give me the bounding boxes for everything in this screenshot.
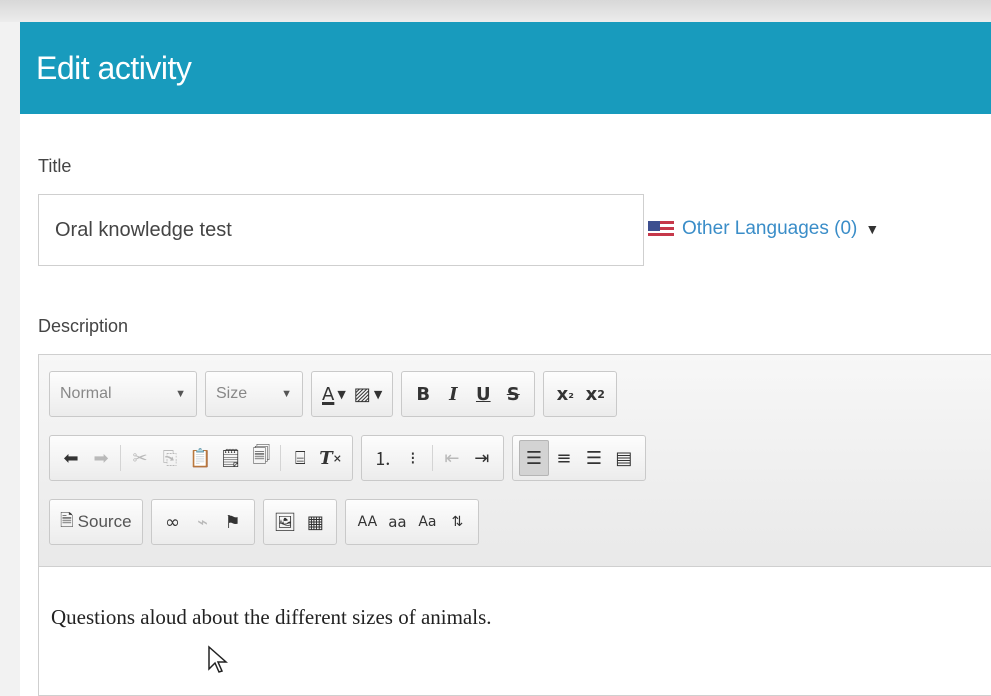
- clipboard-group: ⬅ ➡ ✂ ⎘ 📋 🗒 🗐 ⌸ T ×: [49, 435, 353, 481]
- cut-icon[interactable]: ✂: [125, 440, 155, 476]
- background-color-icon: ▨: [353, 383, 371, 405]
- bold-button[interactable]: B: [408, 376, 438, 412]
- align-right-icon[interactable]: ☰: [579, 440, 609, 476]
- basic-styles-group: B I U S: [401, 371, 536, 417]
- lowercase-button[interactable]: aa: [382, 504, 412, 540]
- mouse-pointer-icon: [208, 645, 228, 673]
- paste-text-icon[interactable]: 🗒: [215, 440, 246, 476]
- editor-content[interactable]: Questions aloud about the different size…: [51, 605, 492, 630]
- text-color-button[interactable]: A ▼: [318, 376, 350, 412]
- flag-icon: [648, 220, 674, 238]
- underline-button[interactable]: U: [468, 376, 498, 412]
- superscript-mark: 2: [597, 387, 605, 401]
- size-dropdown[interactable]: Size ▼: [205, 371, 303, 417]
- link-icon[interactable]: ∞: [158, 504, 188, 540]
- superscript-button[interactable]: x2: [580, 376, 610, 412]
- strikethrough-button[interactable]: S: [498, 376, 528, 412]
- text-color-icon: A: [322, 383, 335, 405]
- bulleted-list-icon[interactable]: ⁝: [398, 440, 428, 476]
- subscript-base: x: [556, 383, 569, 405]
- description-label: Description: [38, 316, 129, 336]
- titlecase-button[interactable]: Aa: [412, 504, 442, 540]
- source-group: 🗎 Source: [49, 499, 143, 545]
- remove-format-icon[interactable]: T ×: [315, 440, 346, 476]
- script-group: x₂ x2: [543, 371, 618, 417]
- image-icon[interactable]: 🖼: [270, 504, 301, 540]
- copy-icon[interactable]: ⎘: [155, 440, 185, 476]
- other-languages-label: Other Languages (0): [682, 218, 858, 239]
- source-icon: 🗎: [60, 510, 74, 531]
- numbered-list-icon[interactable]: ⒈: [368, 440, 398, 476]
- toolbar-row-2: ⬅ ➡ ✂ ⎘ 📋 🗒 🗐 ⌸ T × ⒈ ⁝ ⇤ ⇥ ☰ ≡ ☰ ▤: [49, 435, 654, 481]
- paste-word-icon[interactable]: 🗐: [246, 440, 276, 476]
- source-button[interactable]: 🗎 Source: [56, 504, 136, 540]
- subscript-mark: ₂: [568, 386, 574, 402]
- table-icon[interactable]: ▦: [300, 504, 330, 540]
- italic-button[interactable]: I: [438, 376, 468, 412]
- format-value: Normal: [60, 385, 112, 402]
- uppercase-button[interactable]: AA: [352, 504, 382, 540]
- other-languages-link[interactable]: Other Languages (0) ▼: [648, 218, 879, 240]
- chevron-down-icon: ▼: [175, 388, 186, 400]
- page-header: Edit activity: [20, 22, 991, 114]
- decrease-indent-icon[interactable]: ⇤: [437, 440, 467, 476]
- align-center-icon[interactable]: ≡: [549, 440, 579, 476]
- list-group: ⒈ ⁝ ⇤ ⇥: [360, 435, 504, 481]
- divider: [431, 445, 433, 471]
- divider: [120, 445, 121, 471]
- background-color-button[interactable]: ▨ ▼: [350, 376, 386, 412]
- undo-icon[interactable]: ⬅: [56, 440, 86, 476]
- size-value: Size: [216, 385, 248, 402]
- source-label: Source: [77, 512, 132, 531]
- title-input[interactable]: [38, 194, 644, 266]
- paste-icon[interactable]: 📋: [185, 440, 215, 476]
- case-group: AA aa Aa ⇅: [345, 499, 480, 545]
- subscript-button[interactable]: x₂: [550, 376, 580, 412]
- browser-top-strip: [0, 0, 991, 22]
- format-dropdown[interactable]: Normal ▼: [49, 371, 197, 417]
- color-group: A ▼ ▨ ▼: [311, 371, 394, 417]
- insert-group: 🖼 ▦: [262, 499, 338, 545]
- chevron-down-icon: ▼: [281, 388, 292, 400]
- caret-down-icon: ▼: [865, 221, 880, 237]
- title-label: Title: [38, 156, 72, 176]
- page-title: Edit activity: [36, 49, 192, 86]
- align-left-icon[interactable]: ☰: [518, 440, 549, 476]
- increase-indent-icon[interactable]: ⇥: [467, 440, 497, 476]
- format-painter-icon[interactable]: ⌸: [285, 440, 315, 476]
- align-group: ☰ ≡ ☰ ▤: [511, 435, 646, 481]
- editor-toolbar: Normal ▼ Size ▼ A ▼ ▨ ▼ B I U S x ₂ x 2 …: [39, 355, 991, 567]
- unlink-icon[interactable]: ⌁: [188, 504, 218, 540]
- redo-icon[interactable]: ➡: [86, 440, 116, 476]
- toolbar-row-3: 🗎 Source ∞ ⌁ ⚑ 🖼 ▦ AA aa Aa ⇅: [49, 499, 487, 545]
- divider: [280, 445, 282, 471]
- anchor-icon[interactable]: ⚑: [218, 504, 248, 540]
- rich-text-editor: Normal ▼ Size ▼ A ▼ ▨ ▼ B I U S x ₂ x 2 …: [38, 354, 991, 696]
- chevron-down-icon: ▼: [373, 387, 383, 401]
- left-strip: [0, 22, 20, 696]
- link-group: ∞ ⌁ ⚑: [150, 499, 255, 545]
- chevron-down-icon: ▼: [337, 387, 346, 401]
- justify-icon[interactable]: ▤: [609, 440, 639, 476]
- toolbar-row-1: Normal ▼ Size ▼ A ▼ ▨ ▼ B I U S x ₂ x 2: [49, 371, 625, 417]
- superscript-base: x: [585, 383, 598, 405]
- toggle-case-icon[interactable]: ⇅: [442, 504, 472, 540]
